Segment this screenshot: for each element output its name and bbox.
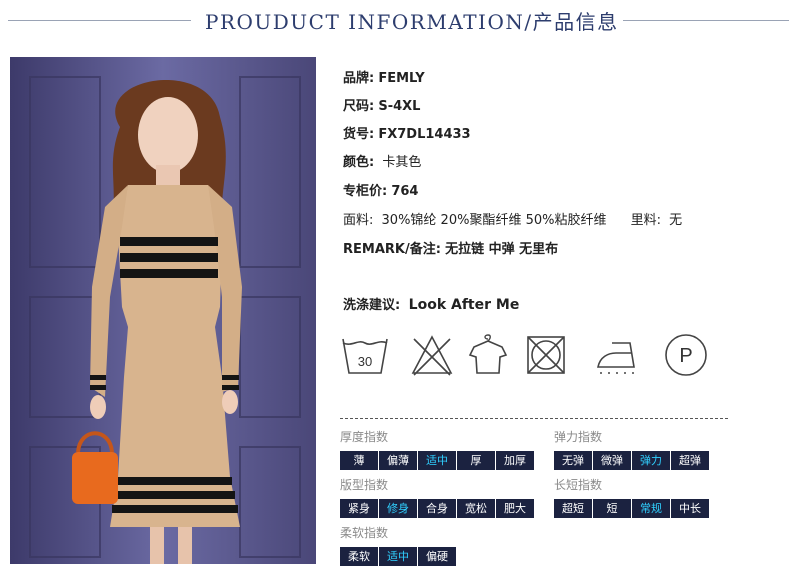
wash-value: Look After Me: [408, 297, 520, 313]
fit-option: 肥大: [496, 499, 534, 518]
thickness-index-label: 厚度指数: [340, 430, 389, 444]
iron-icon: [597, 342, 635, 374]
fit-index-label: 版型指数: [340, 478, 389, 492]
length-index-label: 长短指数: [554, 478, 603, 492]
wash-30-icon: 30: [342, 338, 388, 374]
thickness-index-chips: 薄 偏薄 适中 厚 加厚: [340, 451, 534, 470]
wash-temp: 30: [358, 354, 372, 369]
softness-option: 偏硬: [418, 547, 456, 566]
length-option: 短: [593, 499, 631, 518]
elasticity-option: 微弹: [593, 451, 631, 470]
size-row: 尺码: S-4XL: [343, 95, 420, 114]
softness-index-label: 柔软指数: [340, 526, 389, 540]
fit-option: 紧身: [340, 499, 378, 518]
thickness-option: 偏薄: [379, 451, 417, 470]
brand-label: 品牌:: [343, 71, 375, 86]
lining-label: 里料:: [630, 213, 662, 228]
color-label: 颜色:: [343, 155, 375, 170]
remark-value: 无拉链 中弹 无里布: [445, 242, 559, 257]
fit-option: 修身: [379, 499, 417, 518]
no-bleach-icon: [411, 335, 453, 376]
fabric-row: 面料: 30%锦纶 20%聚酯纤维 50%粘胶纤维 里料: 无: [343, 209, 682, 228]
thickness-option: 薄: [340, 451, 378, 470]
elasticity-option: 弹力: [632, 451, 670, 470]
elasticity-index-label: 弹力指数: [554, 430, 603, 444]
brand-row: 品牌: FEMLY: [343, 67, 425, 86]
thickness-option: 厚: [457, 451, 495, 470]
price-label: 专柜价:: [343, 184, 388, 199]
care-icons-row: 30 P: [340, 333, 720, 383]
product-photo: [10, 57, 316, 564]
brand-value: FEMLY: [378, 71, 425, 86]
thickness-option: 适中: [418, 451, 456, 470]
length-index-chips: 超短 短 常规 中长: [554, 499, 709, 518]
wash-label: 洗涤建议:: [343, 298, 401, 313]
color-row: 颜色: 卡其色: [343, 151, 421, 170]
fabric-value: 30%锦纶 20%聚酯纤维 50%粘胶纤维: [381, 213, 607, 228]
softness-option: 适中: [379, 547, 417, 566]
fabric-label: 面料:: [343, 213, 374, 228]
price-value: 764: [391, 184, 419, 199]
remark-row: REMARK/备注: 无拉链 中弹 无里布: [343, 238, 558, 257]
length-option: 常规: [632, 499, 670, 518]
header-line-right: [623, 20, 789, 21]
dry-clean-letter: P: [679, 345, 692, 367]
page-title: PROUDUCT INFORMATION/产品信息: [205, 10, 619, 34]
hang-dry-icon: [468, 334, 508, 374]
sku-value: FX7DL14433: [378, 127, 471, 142]
elasticity-index-chips: 无弹 微弹 弹力 超弹: [554, 451, 709, 470]
remark-label: REMARK/备注:: [343, 242, 441, 257]
fit-option: 宽松: [457, 499, 495, 518]
sku-label: 货号:: [343, 127, 375, 142]
size-value: S-4XL: [378, 99, 421, 114]
lining-value: 无: [669, 213, 683, 228]
fit-index-chips: 紧身 修身 合身 宽松 肥大: [340, 499, 534, 518]
header-line-left: [8, 20, 191, 21]
no-tumble-dry-icon: [527, 336, 565, 374]
elasticity-option: 无弹: [554, 451, 592, 470]
thickness-option: 加厚: [496, 451, 534, 470]
size-label: 尺码:: [343, 99, 375, 114]
sku-row: 货号: FX7DL14433: [343, 123, 471, 142]
price-row: 专柜价: 764: [343, 180, 418, 199]
wash-row: 洗涤建议: Look After Me: [343, 294, 519, 313]
elasticity-option: 超弹: [671, 451, 709, 470]
color-value: 卡其色: [382, 155, 422, 170]
length-option: 中长: [671, 499, 709, 518]
softness-option: 柔软: [340, 547, 378, 566]
fit-option: 合身: [418, 499, 456, 518]
section-divider: [340, 418, 728, 419]
softness-index-chips: 柔软 适中 偏硬: [340, 547, 456, 566]
dry-clean-icon: P: [665, 334, 707, 376]
length-option: 超短: [554, 499, 592, 518]
